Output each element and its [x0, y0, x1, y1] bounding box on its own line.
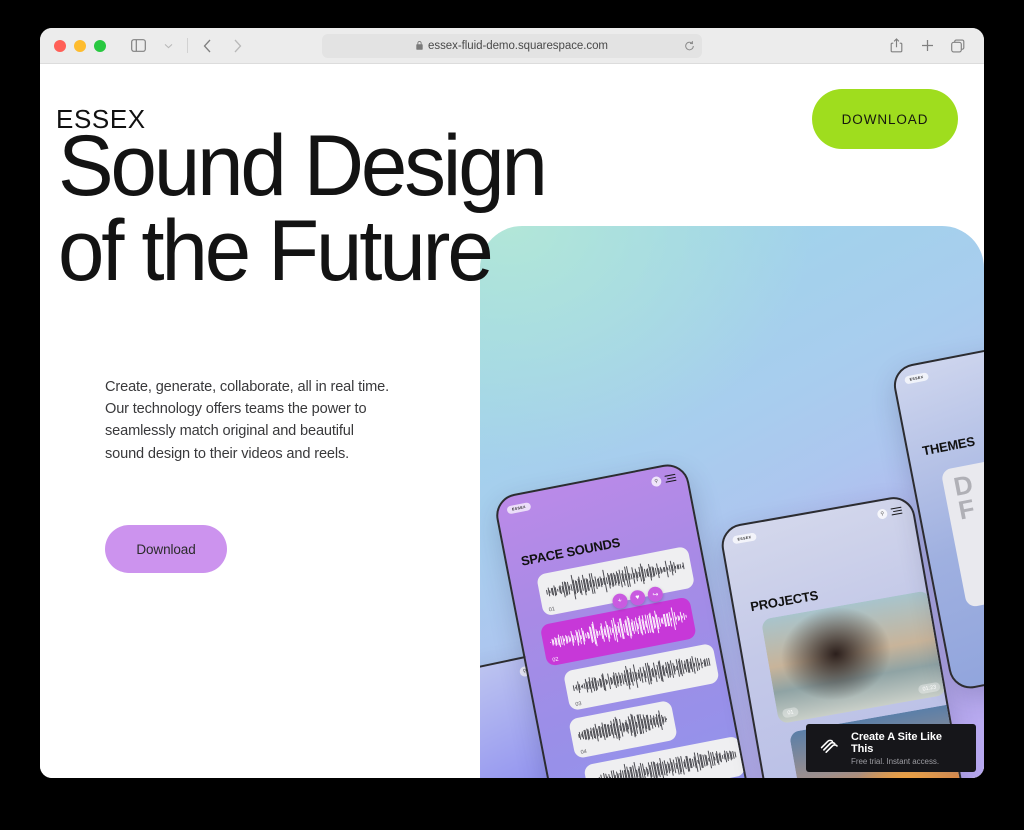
phone-tools: ⚲	[650, 472, 677, 487]
browser-toolbar: essex-fluid-demo.squarespace.com	[40, 28, 984, 64]
window-controls	[54, 39, 106, 52]
theme-letters: D F	[951, 469, 977, 526]
chevron-down-icon[interactable]	[154, 33, 182, 59]
project-duration: 01:23	[917, 681, 941, 695]
hamburger-menu-icon	[890, 506, 903, 516]
phone-chrome: ESSEX ⚲	[502, 469, 682, 518]
squarespace-logo-icon	[817, 733, 842, 763]
track-number: 04	[580, 748, 588, 756]
nav-download-button[interactable]: DOWNLOAD	[812, 89, 958, 149]
hero-download-button[interactable]: Download	[105, 525, 227, 573]
page-viewport: ESSEX DOWNLOAD ⚲ AL	[40, 64, 984, 778]
theme-card: D F	[940, 439, 984, 608]
share-track-icon[interactable]: ↪	[646, 585, 665, 604]
squarespace-promo-badge[interactable]: Create A Site Like This Free trial. Inst…	[806, 724, 976, 772]
navigation-controls	[124, 33, 251, 59]
hero-visual: ⚲ AL ESSEX ⚲ SPACE SOUNDS	[480, 226, 984, 778]
lock-icon	[416, 41, 423, 50]
phone-chrome: ESSEX ⚲	[727, 502, 907, 548]
browser-window: essex-fluid-demo.squarespace.com ESSEX D…	[40, 28, 984, 778]
phone-brand: ESSEX	[903, 371, 930, 385]
toolbar-right-group	[882, 33, 972, 59]
phone-brand: ESSEX	[731, 531, 757, 544]
badge-subtitle: Free trial. Instant access.	[851, 756, 940, 766]
reload-icon[interactable]	[684, 40, 695, 51]
phone-title: THEMES	[921, 433, 977, 459]
phone-brand: ESSEX	[506, 501, 532, 514]
waveform	[576, 707, 669, 748]
track-number: 03	[574, 700, 583, 709]
url-text: essex-fluid-demo.squarespace.com	[428, 39, 608, 52]
forward-arrow-icon[interactable]	[223, 33, 251, 59]
project-card: 01 01:23	[760, 590, 947, 725]
search-icon: ⚲	[650, 475, 663, 487]
waveform	[548, 604, 688, 655]
close-window-button[interactable]	[54, 39, 66, 52]
site-logo[interactable]: ESSEX	[56, 104, 146, 135]
track-number: 01	[548, 606, 556, 614]
hero-description: Create, generate, collaborate, all in re…	[105, 379, 390, 462]
search-icon: ⚲	[876, 507, 889, 520]
track-number: 02	[552, 656, 560, 664]
sidebar-icon[interactable]	[124, 33, 152, 59]
project-index: 01	[781, 706, 800, 719]
badge-text: Create A Site Like This Free trial. Inst…	[851, 731, 965, 766]
maximize-window-button[interactable]	[94, 39, 106, 52]
address-bar[interactable]: essex-fluid-demo.squarespace.com	[322, 33, 702, 58]
share-icon[interactable]	[882, 33, 910, 59]
add-icon[interactable]: +	[611, 592, 629, 610]
site-header: ESSEX DOWNLOAD	[40, 64, 984, 174]
hamburger-menu-icon	[664, 473, 677, 484]
heart-icon[interactable]: ♥	[628, 588, 647, 607]
minimize-window-button[interactable]	[74, 39, 86, 52]
toolbar-divider	[187, 38, 188, 53]
badge-title: Create A Site Like This	[851, 730, 942, 755]
phone-tools: ⚲	[876, 505, 903, 520]
plus-icon[interactable]	[913, 33, 941, 59]
tabs-overview-icon[interactable]	[944, 33, 972, 59]
phone-chrome: ESSEX ⚲	[899, 342, 984, 388]
back-arrow-icon[interactable]	[193, 33, 221, 59]
